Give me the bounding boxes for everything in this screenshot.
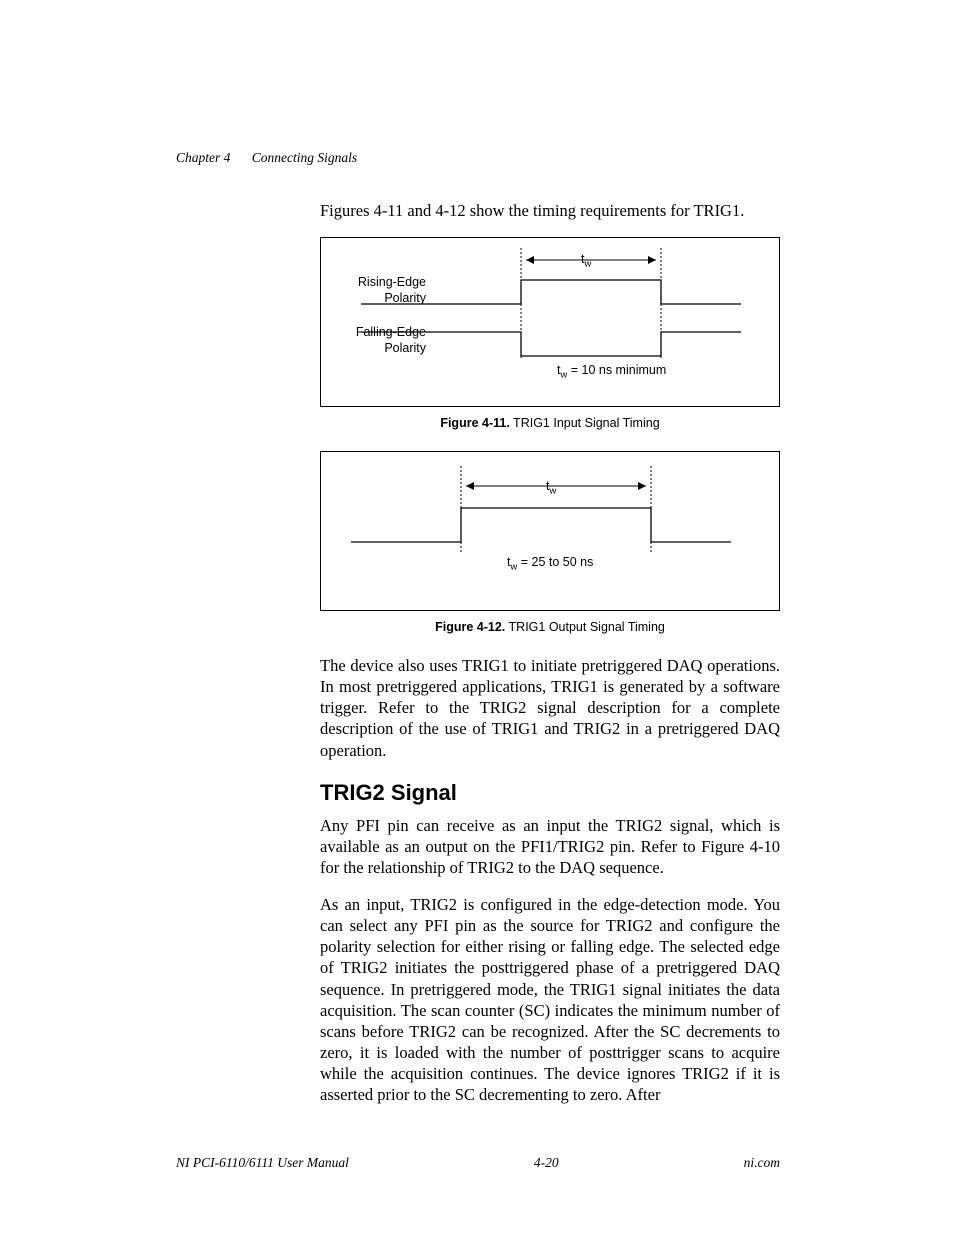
tw-arrow-label: tw <box>546 478 556 497</box>
body-paragraph-3: As an input, TRIG2 is configured in the … <box>320 894 780 1105</box>
tw-value-text: tw = 25 to 50 ns <box>507 554 593 573</box>
running-header: Chapter 4 Connecting Signals <box>176 150 357 166</box>
body-paragraph-2: Any PFI pin can receive as an input the … <box>320 815 780 878</box>
section-heading-trig2: TRIG2 Signal <box>320 779 780 807</box>
footer-manual-title: NI PCI-6110/6111 User Manual <box>176 1155 349 1171</box>
caption-text: TRIG1 Input Signal Timing <box>510 416 660 430</box>
caption-text: TRIG1 Output Signal Timing <box>505 620 665 634</box>
caption-number: Figure 4-11. <box>440 416 509 430</box>
intro-paragraph: Figures 4-11 and 4-12 show the timing re… <box>320 200 780 221</box>
label-text: Polarity <box>384 291 426 305</box>
tw-arrow-label: tw <box>581 251 591 270</box>
timing-diagram-4-11 <box>321 238 757 378</box>
falling-edge-label: Falling-Edge Polarity <box>331 324 426 356</box>
label-text: Polarity <box>384 341 426 355</box>
page-footer: NI PCI-6110/6111 User Manual 4-20 ni.com <box>176 1155 780 1171</box>
figure-4-12: tw tw = 25 to 50 ns <box>320 451 780 611</box>
label-text: Falling-Edge <box>356 325 426 339</box>
body-paragraph-1: The device also uses TRIG1 to initiate p… <box>320 655 780 761</box>
label-text: Rising-Edge <box>358 275 426 289</box>
chapter-number: Chapter 4 <box>176 150 230 165</box>
figure-4-12-caption: Figure 4-12. TRIG1 Output Signal Timing <box>320 619 780 635</box>
footer-url: ni.com <box>744 1155 780 1171</box>
figure-4-11-caption: Figure 4-11. TRIG1 Input Signal Timing <box>320 415 780 431</box>
figure-4-11: Rising-Edge Polarity Falling-Edge Polari… <box>320 237 780 407</box>
footer-page-number: 4-20 <box>534 1155 559 1171</box>
tw-value-text: tw = 10 ns minimum <box>557 362 666 381</box>
content-column: Figures 4-11 and 4-12 show the timing re… <box>320 200 780 1121</box>
page: Chapter 4 Connecting Signals Figures 4-1… <box>0 0 954 1235</box>
chapter-title: Connecting Signals <box>252 150 357 165</box>
rising-edge-label: Rising-Edge Polarity <box>331 274 426 306</box>
caption-number: Figure 4-12. <box>435 620 505 634</box>
